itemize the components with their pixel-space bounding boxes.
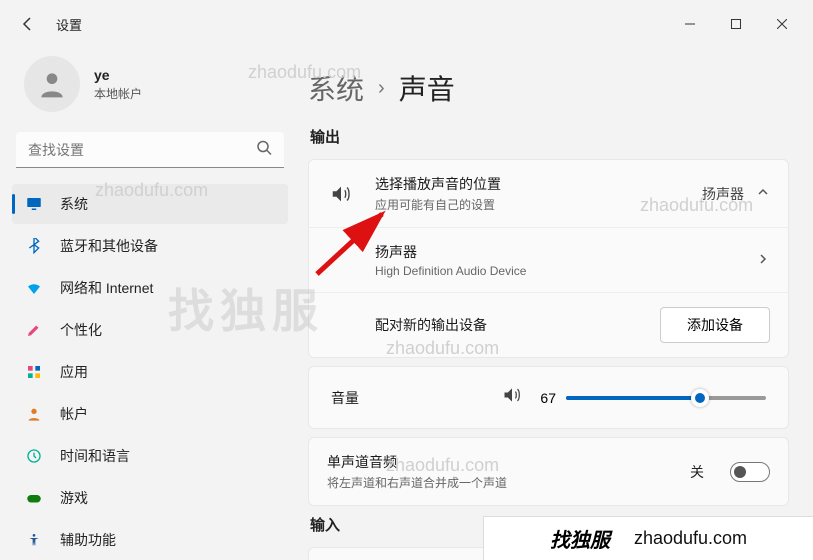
device-sub: High Definition Audio Device (375, 264, 744, 278)
volume-value: 67 (532, 390, 556, 406)
footer-band: 找独服 zhaodufu.com (483, 516, 813, 560)
breadcrumb-parent[interactable]: 系统 (308, 68, 364, 108)
sidebar-item-label: 个性化 (60, 320, 102, 340)
mono-state-label: 关 (690, 462, 704, 482)
sidebar-item-accounts[interactable]: 帐户 (12, 394, 288, 434)
sidebar-item-system[interactable]: 系统 (12, 184, 288, 224)
content-area: 系统 › 声音 输出 选择播放声音的位置 应用可能有自己的设置 扬声器 (300, 48, 813, 560)
clock-icon (24, 446, 44, 466)
mono-group: 单声道音频 将左声道和右声道合并成一个声道 关 (308, 437, 789, 506)
user-block[interactable]: ye 本地帐户 (12, 48, 288, 132)
close-button[interactable] (759, 8, 805, 40)
device-title: 扬声器 (375, 242, 744, 262)
close-icon (777, 19, 787, 29)
sidebar-item-gaming[interactable]: 游戏 (12, 478, 288, 518)
sidebar-item-accessibility[interactable]: 辅助功能 (12, 520, 288, 560)
speaker-device-row[interactable]: 扬声器 High Definition Audio Device (309, 227, 788, 292)
choose-output-value: 扬声器 (702, 184, 744, 204)
breadcrumb: 系统 › 声音 (308, 68, 789, 108)
mono-toggle[interactable] (730, 462, 770, 482)
sidebar-item-label: 帐户 (60, 404, 88, 424)
choose-output-sub: 应用可能有自己的设置 (375, 196, 690, 213)
search-wrap (16, 132, 284, 168)
choose-output-title: 选择播放声音的位置 (375, 174, 690, 194)
mono-sub: 将左声道和右声道合并成一个声道 (327, 474, 678, 491)
choose-output-row[interactable]: 选择播放声音的位置 应用可能有自己的设置 扬声器 (309, 160, 788, 227)
search-icon (256, 140, 272, 161)
game-icon (24, 488, 44, 508)
sidebar-item-label: 游戏 (60, 488, 88, 508)
speaker-icon (327, 183, 355, 205)
volume-label: 音量 (331, 388, 359, 408)
sidebar-item-apps[interactable]: 应用 (12, 352, 288, 392)
user-name: ye (94, 67, 142, 83)
sidebar-item-time[interactable]: 时间和语言 (12, 436, 288, 476)
apps-icon (24, 362, 44, 382)
minimize-button[interactable] (667, 8, 713, 40)
breadcrumb-current: 声音 (399, 68, 455, 108)
maximize-icon (731, 19, 741, 29)
title-bar: 设置 (0, 0, 813, 48)
sidebar-item-network[interactable]: 网络和 Internet (12, 268, 288, 308)
accessibility-icon (24, 530, 44, 550)
window-title: 设置 (56, 15, 82, 34)
sidebar: ye 本地帐户 系统蓝牙和其他设备网络和 Internet 个性化应用帐户时间和语… (0, 48, 300, 560)
output-section-header: 输出 (310, 126, 789, 147)
sidebar-item-label: 应用 (60, 362, 88, 382)
arrow-left-icon (20, 16, 36, 32)
maximize-button[interactable] (713, 8, 759, 40)
sidebar-item-label: 时间和语言 (60, 446, 130, 466)
minimize-icon (685, 19, 695, 29)
volume-group: 音量 67 (308, 366, 789, 429)
chevron-right-icon (756, 252, 770, 269)
user-subtitle: 本地帐户 (94, 85, 142, 102)
person-icon (24, 404, 44, 424)
sidebar-item-personalization[interactable]: 个性化 (12, 310, 288, 350)
window-controls (667, 8, 805, 40)
mono-title: 单声道音频 (327, 452, 678, 472)
display-icon (24, 194, 44, 214)
sidebar-item-bluetooth[interactable]: 蓝牙和其他设备 (12, 226, 288, 266)
chevron-up-icon (756, 185, 770, 202)
volume-slider[interactable] (566, 388, 766, 408)
output-device-group: 选择播放声音的位置 应用可能有自己的设置 扬声器 扬声器 High Defini… (308, 159, 789, 358)
bluetooth-icon (24, 236, 44, 256)
footer-brand: 找独服 (550, 524, 610, 553)
footer-url: zhaodufu.com (634, 528, 747, 549)
pair-output-title: 配对新的输出设备 (375, 315, 648, 335)
wifi-icon (24, 278, 44, 298)
volume-row: 音量 67 (309, 367, 788, 428)
sidebar-item-label: 网络和 Internet (60, 278, 153, 298)
search-input[interactable] (16, 132, 284, 168)
sidebar-item-label: 辅助功能 (60, 530, 116, 550)
avatar (24, 56, 80, 112)
back-button[interactable] (8, 4, 48, 44)
sidebar-item-label: 系统 (60, 194, 88, 214)
chevron-right-icon: › (378, 77, 385, 100)
volume-icon[interactable] (502, 385, 522, 410)
pair-output-row: 配对新的输出设备 添加设备 (309, 292, 788, 357)
add-device-button[interactable]: 添加设备 (660, 307, 770, 343)
brush-icon (24, 320, 44, 340)
sidebar-item-label: 蓝牙和其他设备 (60, 236, 158, 256)
mono-row[interactable]: 单声道音频 将左声道和右声道合并成一个声道 关 (309, 438, 788, 505)
person-icon (36, 68, 68, 100)
